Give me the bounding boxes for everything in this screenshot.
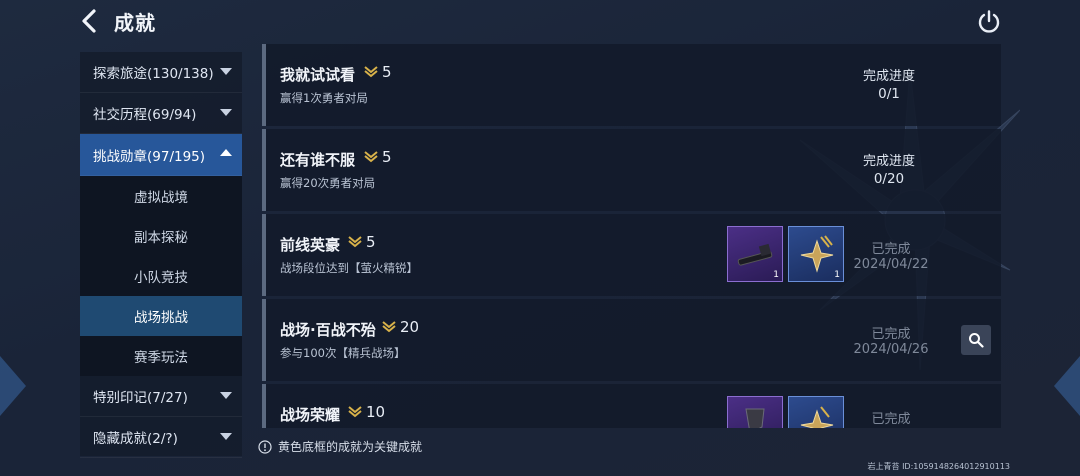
category-label: 社交历程(69/94) <box>93 107 197 123</box>
achievement-name: 我就试试看 <box>280 66 356 84</box>
footer-note-text: 黄色底框的成就为关键成就 <box>278 440 423 454</box>
achievement-points: 10 <box>366 403 386 421</box>
armor-icon <box>745 408 765 428</box>
back-arrow-icon[interactable] <box>78 8 102 34</box>
reward-quantity: 1 <box>773 270 779 280</box>
reward-item[interactable] <box>727 396 783 428</box>
achievement-name: 还有谁不服 <box>280 151 356 169</box>
header: 成就 <box>0 0 1080 44</box>
search-button[interactable] <box>961 325 991 355</box>
progress-label: 完成进度 <box>862 154 915 169</box>
category-sidebar: 探索旅途(130/138) 社交历程(69/94) 挑战勋章(97/195) 虚… <box>80 52 242 458</box>
medal-icon <box>364 151 378 163</box>
progress-label: 完成进度 <box>862 69 915 84</box>
sub-item-season[interactable]: 赛季玩法 <box>80 336 242 376</box>
achievement-row[interactable]: 还有谁不服 5 赢得20次勇者对局 完成进度 0/20 <box>262 129 1001 211</box>
category-label: 特别印记(7/27) <box>93 390 188 406</box>
achievement-list[interactable]: 我就试试看 5 赢得1次勇者对局 完成进度 0/1 还有谁不服 5 赢得20次勇… <box>262 44 1001 428</box>
completion-date: 2024/04/22 <box>853 257 929 272</box>
power-icon[interactable] <box>976 9 1002 35</box>
achievement-name: 战场·百战不殆 <box>280 321 376 339</box>
reward-item[interactable] <box>788 396 844 428</box>
weapon-icon <box>737 243 773 266</box>
search-icon <box>969 333 984 348</box>
chevron-down-icon <box>220 433 232 440</box>
row-accent-bar <box>262 299 266 381</box>
reward-item[interactable]: 1 <box>788 226 844 282</box>
achievement-points: 20 <box>400 318 420 336</box>
page-title: 成就 <box>114 11 156 35</box>
row-accent-bar <box>262 384 266 428</box>
chevron-up-icon <box>220 149 232 156</box>
sub-item-battlefield[interactable]: 战场挑战 <box>80 296 242 336</box>
achievement-row[interactable]: 战场·百战不殆 20 参与100次【精兵战场】 已完成 2024/04/26 <box>262 299 1001 381</box>
progress-value: 0/1 <box>878 86 900 102</box>
badge-icon <box>800 406 834 428</box>
badge-icon <box>800 235 834 273</box>
achievement-desc: 赢得1次勇者对局 <box>280 91 368 105</box>
status-label: 已完成 <box>871 412 911 427</box>
chevron-down-icon <box>220 392 232 399</box>
status-label: 已完成 <box>871 327 911 342</box>
reward-item[interactable]: 1 <box>727 226 783 282</box>
category-challenge[interactable]: 挑战勋章(97/195) <box>80 134 242 176</box>
medal-icon <box>348 406 362 418</box>
left-edge-decoration <box>0 356 26 416</box>
progress-value: 0/20 <box>873 171 905 187</box>
achievement-row[interactable]: 我就试试看 5 赢得1次勇者对局 完成进度 0/1 <box>262 44 1001 126</box>
sub-item-squad[interactable]: 小队竞技 <box>80 256 242 296</box>
medal-icon <box>348 236 362 248</box>
right-edge-decoration <box>1054 356 1080 416</box>
achievement-desc: 赢得20次勇者对局 <box>280 176 376 190</box>
medal-icon <box>382 321 396 333</box>
reward-quantity: 1 <box>834 270 840 280</box>
row-accent-bar <box>262 129 266 211</box>
status-label: 已完成 <box>871 242 911 257</box>
achievement-points: 5 <box>366 233 376 251</box>
row-accent-bar <box>262 214 266 296</box>
chevron-down-icon <box>220 109 232 116</box>
achievement-row[interactable]: 前线英豪 5 战场段位达到【萤火精锐】 1 1 已完成 2024/04/22 <box>262 214 1001 296</box>
achievement-row[interactable]: 战场荣耀 10 已完成 <box>262 384 1001 428</box>
achievement-points: 5 <box>382 148 392 166</box>
chevron-down-icon <box>220 68 232 75</box>
completion-date: 2024/04/26 <box>853 342 929 357</box>
achievement-desc: 战场段位达到【萤火精锐】 <box>280 261 418 275</box>
category-explore[interactable]: 探索旅途(130/138) <box>80 52 242 93</box>
category-label: 挑战勋章(97/195) <box>93 148 206 165</box>
achievement-name: 前线英豪 <box>280 236 341 254</box>
footer-note: 黄色底框的成就为关键成就 <box>258 438 422 455</box>
user-id-label: 岩上青苔 ID:1059148264012910113 <box>867 462 1010 471</box>
category-label: 隐藏成就(2/?) <box>93 431 178 447</box>
category-special[interactable]: 特别印记(7/27) <box>80 376 242 417</box>
achievement-desc: 参与100次【精兵战场】 <box>280 346 406 360</box>
info-icon <box>258 439 272 454</box>
category-hidden[interactable]: 隐藏成就(2/?) <box>80 417 242 458</box>
sub-item-dungeon[interactable]: 副本探秘 <box>80 216 242 256</box>
achievement-name: 战场荣耀 <box>280 406 341 424</box>
row-accent-bar <box>262 44 266 126</box>
achievement-points: 5 <box>382 63 392 81</box>
sub-item-virtual-battle[interactable]: 虚拟战境 <box>80 176 242 216</box>
medal-icon <box>364 66 378 78</box>
category-social[interactable]: 社交历程(69/94) <box>80 93 242 134</box>
category-label: 探索旅途(130/138) <box>93 66 214 82</box>
